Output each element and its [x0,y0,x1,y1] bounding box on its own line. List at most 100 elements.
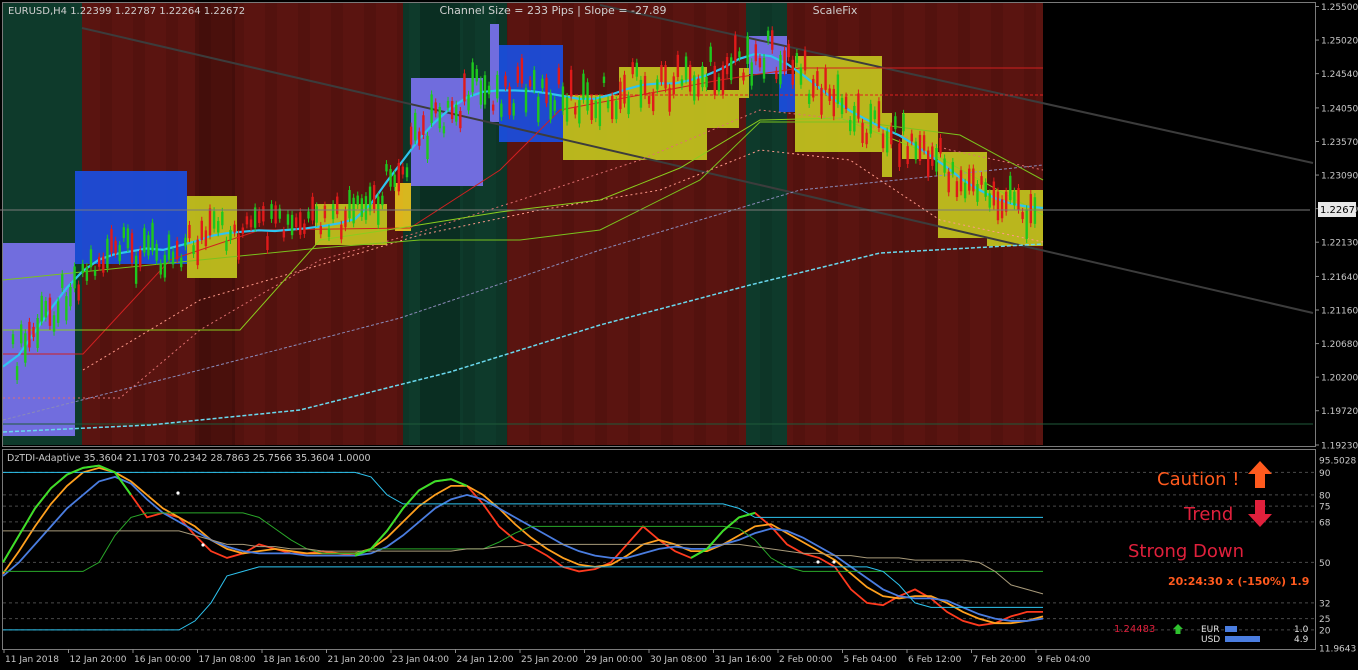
candle-body [705,76,708,88]
time-tick-label: 25 Jan 20:00 [521,655,578,665]
candle-body [832,88,835,117]
candle-body [372,185,376,210]
candle-body [282,230,286,238]
candle-body [134,255,138,284]
candle-body [963,182,967,199]
candle-body [639,79,643,108]
candle-body [766,30,770,41]
signal-dot [176,491,180,495]
price-tick-label: 1.24050 [1321,104,1358,114]
candle-body [122,227,126,238]
candle-body [381,195,384,206]
candle-body [537,96,540,123]
indicator-tick-label: 90 [1319,469,1331,479]
candle-body [672,76,675,95]
candle-body [56,301,60,323]
candle-body [615,100,618,120]
candle-body [656,79,659,90]
candle-body [935,148,938,172]
price-tick-label: 1.19230 [1321,442,1358,452]
candle-body [1013,191,1016,206]
candle-body [762,58,766,79]
candle-body [943,158,946,173]
candle-body [623,74,626,104]
candle-body [188,224,191,239]
candle-body [754,44,758,62]
candle-body [594,100,597,119]
candle-body [602,76,606,83]
indicator-tick-label: 68 [1319,518,1331,528]
candle-body [61,274,64,288]
candle-body [463,73,466,102]
price-tick-label: 1.20200 [1321,374,1358,384]
candle-body [1017,188,1020,210]
candle-body [996,191,1000,221]
candle-body [869,103,872,134]
indicator-header: DzTDI-Adaptive 35.3604 21.1703 70.2342 2… [7,453,371,464]
candle-body [241,227,245,234]
candle-body [360,198,364,217]
candle-body [130,233,134,263]
indicator-tick-label: 80 [1319,491,1331,501]
time-tick-label: 11 Jan 2018 [5,655,59,665]
candle-body [885,131,889,153]
candle-body [890,126,893,145]
candle-body [1021,212,1024,220]
candle-body [713,65,716,96]
candle-body [947,171,950,193]
candle-body [684,56,688,80]
candle-body [491,104,495,111]
zone-stripe [727,3,739,445]
candle-body [516,66,519,84]
candle-body [171,251,175,265]
candle-body [352,197,355,224]
candle-body [582,73,585,100]
candle-body [175,240,179,260]
candle-body [1033,197,1037,224]
candle-body [524,87,528,113]
candle-body [483,75,487,105]
price-tick-label: 1.25020 [1321,37,1358,47]
channel-info: Channel Size = 233 Pips | Slope = -27.89 [440,4,667,17]
candle-body [475,69,478,82]
candle-body [48,297,52,326]
candle-body [857,93,860,119]
candle-body [545,77,548,104]
candle-body [512,103,515,116]
candle-body [836,74,840,104]
candle-body [844,96,848,110]
candle-body [311,196,314,221]
candle-body [266,236,269,251]
time-tick-label: 6 Feb 12:00 [908,655,962,665]
candle-body [356,195,359,205]
candle-body [606,100,610,109]
candle-body [520,57,524,84]
candle-body [102,256,105,273]
signal-dot [832,560,836,564]
candle-body [968,168,971,191]
candle-body [840,97,844,115]
candle-body [253,207,257,228]
candle-body [487,85,491,95]
candle-body [143,228,146,253]
candle-body [368,186,372,212]
candle-body [590,99,593,120]
time-tick-label: 12 Jan 20:00 [70,655,127,665]
candle-body [500,103,503,117]
candle-body [873,110,877,120]
candle-body [697,78,700,97]
candle-body [902,113,905,132]
candle-body [184,237,187,247]
candle-body [446,100,450,108]
time-tick-label: 16 Jan 00:00 [134,655,191,665]
currency-value: 4.9 [1294,635,1309,645]
candle-body [738,51,741,58]
signal-dot [816,560,820,564]
candle-body [196,239,199,266]
indicator-tick-label: 11.9643 [1319,645,1356,655]
currency-value: 1.0 [1294,625,1309,635]
candle-body [389,168,392,187]
candle-body [270,204,273,219]
candle-body [955,181,959,198]
candle-body [750,62,753,86]
